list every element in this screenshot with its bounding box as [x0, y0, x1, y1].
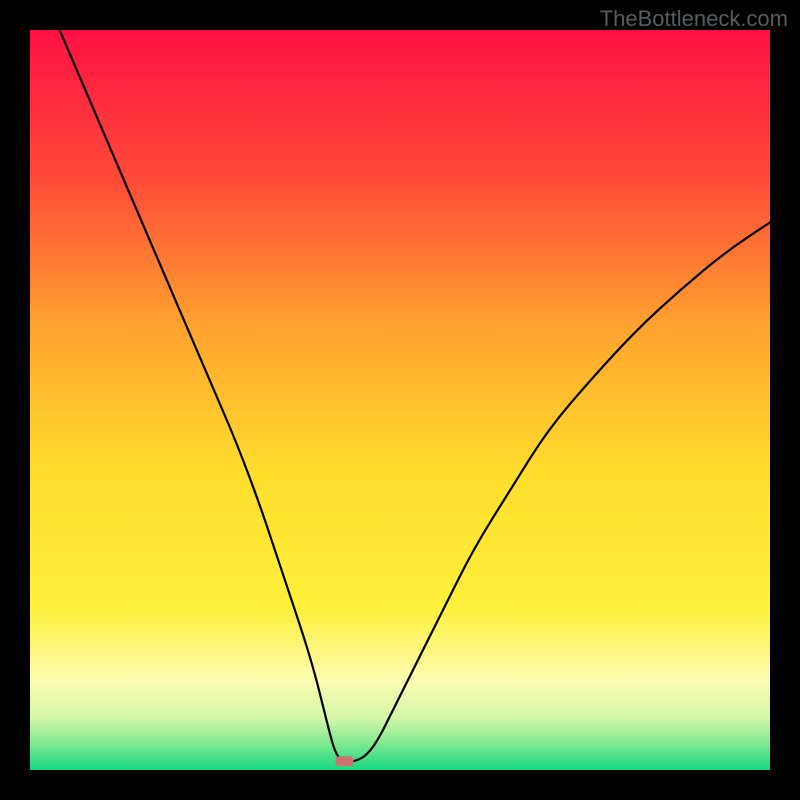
gradient-background: [30, 30, 770, 770]
plot-area: [30, 30, 770, 770]
chart-svg: [30, 30, 770, 770]
watermark-text: TheBottleneck.com: [600, 6, 788, 32]
minimum-marker: [336, 756, 354, 766]
chart-frame: TheBottleneck.com: [0, 0, 800, 800]
